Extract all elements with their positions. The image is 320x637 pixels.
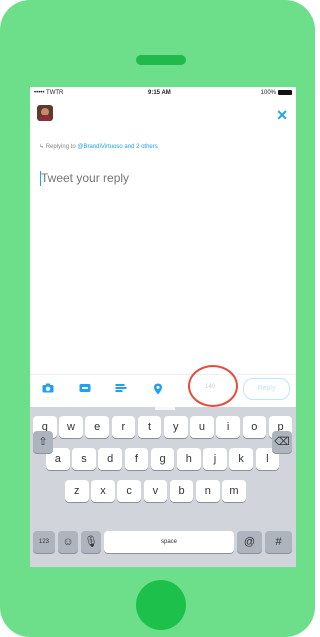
space-key[interactable]: space: [104, 531, 234, 553]
backspace-key[interactable]: ⌫: [272, 431, 292, 453]
key-z[interactable]: z: [65, 480, 89, 502]
shift-key[interactable]: ⇧: [33, 431, 53, 453]
key-b[interactable]: b: [169, 480, 194, 502]
emoji-key[interactable]: ☺: [58, 531, 78, 553]
gif-icon[interactable]: [78, 383, 92, 395]
battery-icon: [278, 90, 292, 95]
key-m[interactable]: m: [222, 480, 246, 502]
keyboard: qwertyuiop asdfghjkl zxcvbnm ⇧ ⌫ 123 ☺ 🎙…: [30, 407, 296, 567]
camera-icon[interactable]: [41, 383, 55, 395]
reply-arrow-icon: ↳: [39, 144, 45, 150]
key-v[interactable]: v: [143, 480, 168, 502]
key-h[interactable]: h: [177, 448, 201, 470]
at-key[interactable]: @: [237, 531, 262, 553]
replying-prefix: Replying to: [45, 144, 76, 150]
key-u[interactable]: u: [190, 416, 214, 438]
keyboard-handle: [155, 407, 175, 410]
key-k[interactable]: k: [229, 448, 253, 470]
speaker-slot: [136, 55, 186, 65]
key-f[interactable]: f: [124, 448, 149, 470]
key-c[interactable]: c: [117, 480, 141, 502]
character-count-highlight: [188, 365, 238, 407]
home-button[interactable]: [136, 580, 186, 630]
screen: ••••• TWTR 9:15 AM 100% ✕ ↳ Replying to …: [30, 87, 296, 567]
key-g[interactable]: g: [150, 448, 175, 470]
battery-indicator: 100%: [261, 90, 292, 96]
status-bar: ••••• TWTR 9:15 AM 100%: [30, 87, 296, 101]
replying-to-line[interactable]: ↳ Replying to @BrandiVirtuoso and 2 othe…: [39, 143, 158, 150]
key-s[interactable]: s: [72, 448, 96, 470]
clock: 9:15 AM: [148, 90, 171, 96]
key-d[interactable]: d: [98, 448, 122, 470]
key-x[interactable]: x: [91, 480, 115, 502]
user-avatar-icon[interactable]: [37, 105, 53, 121]
key-w[interactable]: w: [59, 416, 83, 438]
numbers-key[interactable]: 123: [33, 531, 55, 553]
key-y[interactable]: y: [164, 416, 188, 438]
battery-label: 100%: [260, 90, 276, 97]
key-r[interactable]: r: [111, 416, 136, 438]
key-i[interactable]: i: [216, 416, 240, 438]
key-j[interactable]: j: [203, 448, 227, 470]
key-o[interactable]: o: [242, 416, 267, 438]
poll-icon[interactable]: [114, 383, 128, 395]
tweet-reply-input[interactable]: [41, 171, 281, 185]
replying-handles[interactable]: @BrandiVirtuoso and 2 others: [77, 144, 157, 150]
microphone-key[interactable]: 🎙: [81, 531, 101, 553]
key-n[interactable]: n: [196, 480, 220, 502]
location-icon[interactable]: [151, 383, 165, 395]
phone-frame: ••••• TWTR 9:15 AM 100% ✕ ↳ Replying to …: [0, 0, 315, 637]
hash-key[interactable]: #: [265, 531, 292, 553]
key-e[interactable]: e: [85, 416, 109, 438]
carrier-label: ••••• TWTR: [34, 90, 64, 96]
reply-button[interactable]: Reply: [243, 378, 290, 400]
close-icon[interactable]: ✕: [276, 107, 288, 124]
key-t[interactable]: t: [137, 416, 162, 438]
